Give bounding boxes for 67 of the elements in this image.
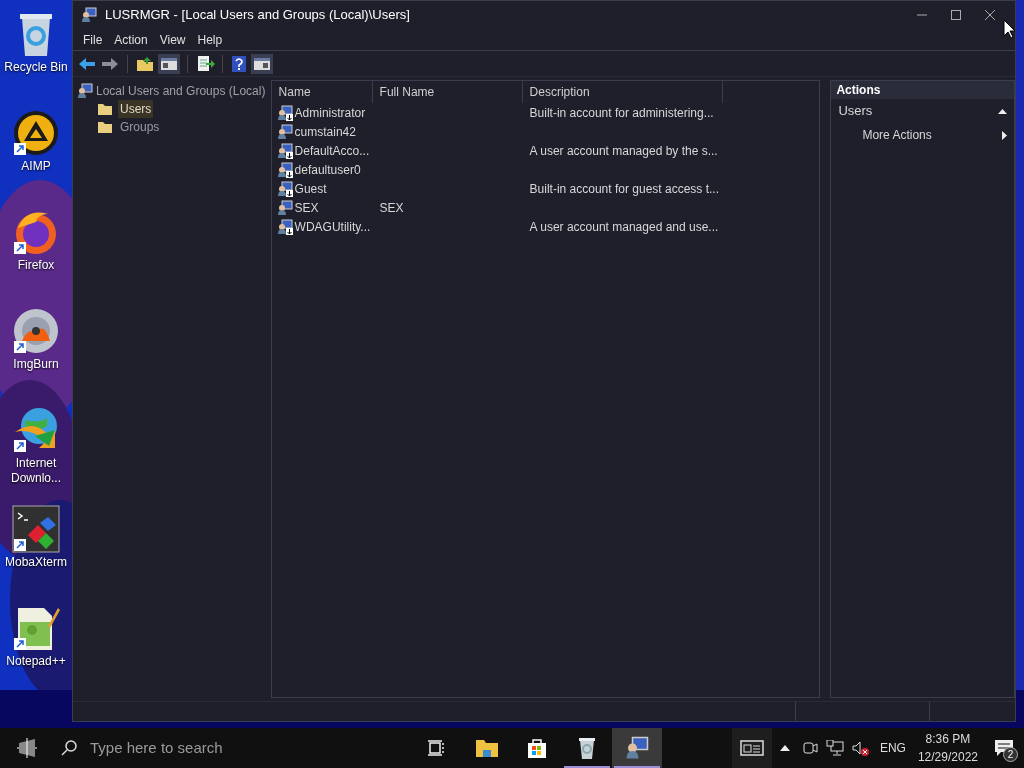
actions-section[interactable]: Users [831, 99, 1014, 123]
action-link[interactable]: More Actions [862, 126, 932, 144]
search-icon [60, 739, 78, 757]
menu-item[interactable]: File [77, 30, 109, 49]
window-title: LUSRMGR - [Local Users and Groups (Local)\Users] [105, 6, 410, 25]
console-tree-icon[interactable] [158, 53, 180, 74]
action-pane-icon[interactable] [251, 53, 273, 74]
icon-label[interactable]: Firefox [17, 258, 55, 273]
tree-item[interactable]: Users [118, 100, 154, 118]
news-icon[interactable] [731, 728, 772, 768]
user-name[interactable]: WDAGUtility... [294, 217, 371, 236]
user-name[interactable]: defaultuser0 [294, 160, 361, 179]
terminal-blocks-icon[interactable] [12, 505, 60, 553]
description: A user account managed by the s... [529, 143, 718, 158]
menu-item[interactable]: Help [191, 30, 229, 49]
user-download-icon [276, 161, 293, 178]
mouse-pointer-icon [1003, 19, 1015, 39]
caret-icon[interactable] [779, 744, 790, 752]
description: Built-in account for administering... [529, 105, 714, 120]
user-download-icon [276, 142, 293, 159]
search-field[interactable]: Type here to search [54, 728, 374, 768]
folder-up-icon[interactable] [135, 54, 155, 73]
submenu-arrow-icon [1002, 130, 1007, 140]
users-computer-icon [77, 83, 93, 99]
icon-label[interactable]: AIMP [21, 159, 51, 174]
user-name[interactable]: Guest [294, 179, 327, 198]
triangle-logo-icon[interactable] [12, 109, 60, 157]
tree-item[interactable]: Local Users and Groups (Local) [96, 82, 266, 100]
export-list-icon[interactable] [195, 54, 215, 73]
clock[interactable]: 8:36 PM 12/29/2022 [911, 730, 984, 766]
user-name[interactable]: Administrator [294, 103, 366, 122]
users-computer-icon [81, 7, 97, 23]
icon-label[interactable]: Internet Downlo... [1, 456, 71, 486]
icon-label[interactable]: Recycle Bin [4, 60, 68, 75]
actions-header: Actions [831, 81, 1014, 99]
description: A user account managed and use... [529, 219, 719, 234]
language-indicator[interactable]: ENG [879, 739, 906, 757]
help-icon[interactable] [230, 54, 248, 73]
menu-item[interactable]: Action [108, 30, 154, 49]
user-icon [276, 199, 293, 216]
camera-icon[interactable] [801, 740, 818, 756]
icon-label[interactable]: ImgBurn [13, 357, 59, 372]
full-name: SEX [379, 200, 404, 215]
description: Built-in account for guest access t... [529, 181, 719, 196]
user-download-icon [276, 104, 293, 121]
forward-icon[interactable] [100, 55, 120, 72]
user-download-icon [276, 218, 293, 235]
folder-icon [97, 120, 113, 134]
column-header[interactable]: Full Name [372, 81, 523, 103]
back-icon[interactable] [77, 55, 97, 72]
user-name[interactable]: DefaultAcco... [294, 141, 370, 160]
icon-label[interactable]: MobaXterm [5, 555, 67, 570]
column-header[interactable]: Name [271, 81, 373, 103]
disc-icon[interactable] [12, 307, 60, 355]
column-header[interactable]: Description [522, 81, 723, 103]
network-icon[interactable] [825, 740, 844, 756]
users-computer-icon[interactable] [612, 728, 662, 768]
menu-item[interactable]: View [153, 30, 192, 49]
folder-icon [97, 102, 113, 116]
user-name[interactable]: SEX [294, 198, 319, 217]
start-icon[interactable] [16, 737, 38, 759]
muted-speaker-icon[interactable] [851, 740, 870, 756]
user-download-icon [276, 180, 293, 197]
user-icon [276, 123, 293, 140]
tree-item[interactable]: Groups [118, 118, 162, 136]
user-name[interactable]: cumstain42 [294, 122, 356, 141]
icon-label[interactable]: Notepad++ [6, 654, 66, 669]
